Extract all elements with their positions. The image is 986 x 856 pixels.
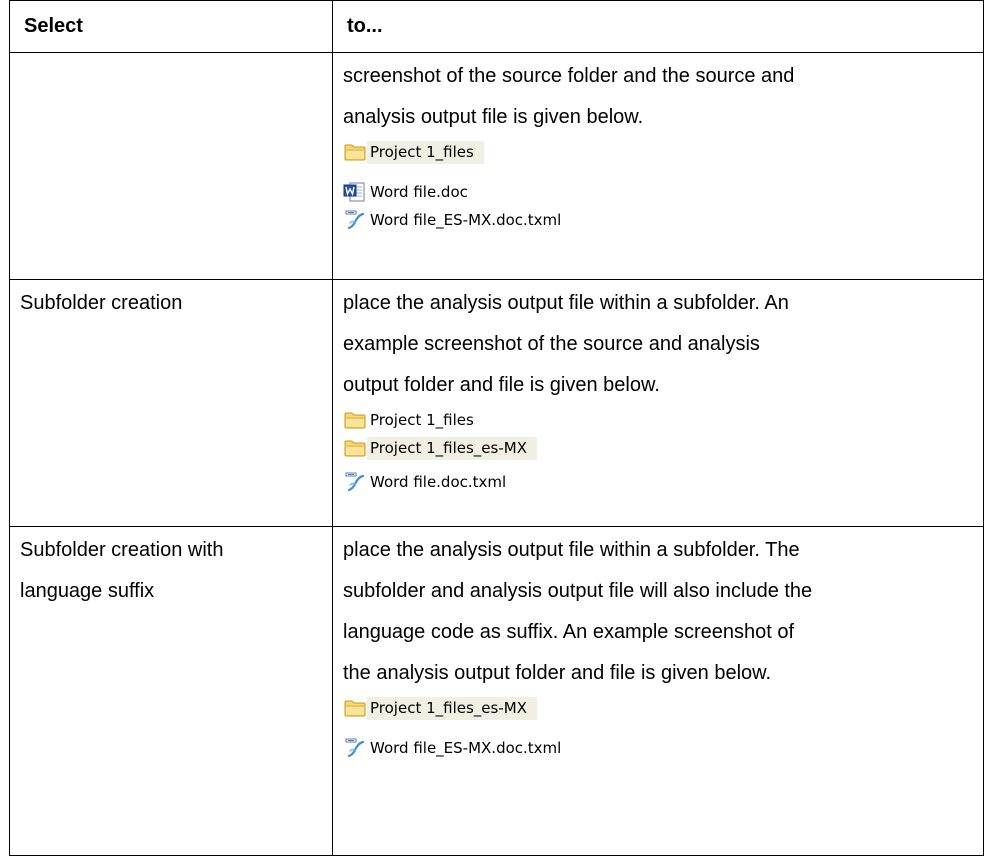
table-row: Subfolder creation with language suffix … [9,526,984,856]
description-line: place the analysis output file within a … [343,539,800,561]
file-name: Word file.doc.txml [370,472,507,491]
description-line: subfolder and analysis output file will … [343,580,813,602]
file-name: Word file.doc [370,182,468,201]
folder-icon [343,698,367,718]
description-cell: place the analysis output file within a … [332,526,984,856]
file-name: Word file_ES-MX.doc.txml [370,210,562,229]
description-cell: screenshot of the source folder and the … [332,52,984,280]
table-row: screenshot of the source folder and the … [9,52,984,280]
description-line: screenshot of the source folder and the … [343,65,795,87]
folder-name: Project 1_files [370,410,474,429]
file-entry: Word file_ES-MX.doc.txml [343,734,983,762]
description-line: place the analysis output file within a … [343,292,789,314]
file-entry: Word file.doc.txml [343,468,983,496]
folder-name: Project 1_files_es-MX [367,436,537,460]
folder-entry: Project 1_files [343,138,983,166]
table-row: Subfolder creation place the analysis ou… [9,279,984,527]
select-cell [9,52,333,280]
table-header-row: Select to... [9,0,984,53]
description-cell: place the analysis output file within a … [332,279,984,527]
select-cell: Subfolder creation with language suffix [9,526,333,856]
folder-name: Project 1_files [367,140,484,164]
header-select-cell: Select [9,0,333,53]
description-text: place the analysis output file within a … [343,530,983,694]
description-line: analysis output file is given below. [343,106,644,128]
folder-entry: Project 1_files_es-MX [343,434,983,462]
select-label-line: language suffix [20,580,155,602]
select-cell: Subfolder creation [9,279,333,527]
folder-entry: Project 1_files_es-MX [343,694,983,722]
select-label: Subfolder creation [10,280,332,324]
txml-file-icon [343,738,367,758]
description-text: place the analysis output file within a … [343,283,983,406]
folder-icon [343,438,367,458]
select-label [10,53,332,56]
select-label: Subfolder creation with language suffix [10,527,332,612]
options-table: Select to... screenshot of the source fo… [9,0,984,856]
word-doc-icon [343,182,367,202]
select-label-line: Subfolder creation [20,292,183,314]
txml-file-icon [343,472,367,492]
txml-file-icon [343,210,367,230]
description-text: screenshot of the source folder and the … [343,56,983,138]
header-to-cell: to... [332,0,984,53]
description-line: the analysis output folder and file is g… [343,662,772,684]
folder-name: Project 1_files_es-MX [367,696,537,720]
folder-icon [343,142,367,162]
header-select: Select [24,15,83,37]
description-line: output folder and file is given below. [343,374,660,396]
description-line: language code as suffix. An example scre… [343,621,795,643]
select-label-line: Subfolder creation with [20,539,224,561]
file-name: Word file_ES-MX.doc.txml [370,738,562,757]
header-to: to... [347,15,383,37]
folder-entry: Project 1_files [343,406,983,434]
file-entry: Word file_ES-MX.doc.txml [343,206,983,234]
explorer-screenshot: Project 1_files Project 1_files_es-MX Wo… [343,406,983,496]
explorer-screenshot: Project 1_files Word file.doc Word file_… [343,138,983,234]
description-line: example screenshot of the source and ana… [343,333,760,355]
explorer-screenshot: Project 1_files_es-MX Word file_ES-MX.do… [343,694,983,762]
file-entry: Word file.doc [343,178,983,206]
folder-icon [343,410,367,430]
